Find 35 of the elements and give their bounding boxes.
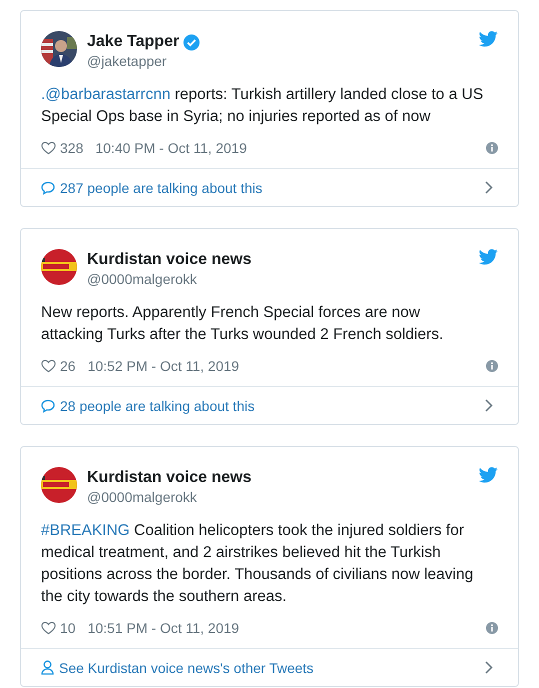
link[interactable]: .@barbarastarrcnn — [41, 86, 170, 103]
user-handle[interactable]: @0000malgerokk — [87, 270, 469, 288]
footer-link[interactable]: 28 people are talking about this — [21, 386, 518, 424]
timestamp[interactable]: 10:40 PM - Oct 11, 2019 — [95, 140, 482, 156]
author-name[interactable]: Jake Tapper — [87, 32, 180, 52]
like-count: 10 — [60, 620, 76, 636]
info-icon[interactable] — [486, 360, 498, 372]
info-icon[interactable] — [486, 142, 498, 154]
author-name[interactable]: Kurdistan voice news — [87, 250, 252, 270]
footer-link[interactable]: 287 people are talking about this — [21, 168, 518, 206]
chevron-icon — [485, 661, 493, 674]
tweet-text: New reports. Apparently French Special forces are now attacking Turks after the Turks wounded 2 French soldiers. — [41, 303, 444, 345]
bird-icon[interactable] — [479, 249, 498, 265]
timestamp[interactable]: 10:51 PM - Oct 11, 2019 — [88, 620, 482, 636]
timestamp[interactable]: 10:52 PM - Oct 11, 2019 — [88, 358, 482, 374]
heart-icon[interactable] — [41, 141, 56, 155]
person-icon — [41, 660, 54, 675]
tweet-text: #BREAKING Coalition helicopters took the injured soldiers for medical treatment, and 2 airstrikes believed hit the Turkish positions across the border. Thousands of civilians now leaving the city towards the southern areas. — [41, 521, 474, 607]
bird-icon[interactable] — [479, 467, 498, 483]
info-icon[interactable] — [486, 622, 498, 634]
heart-icon[interactable] — [41, 359, 56, 373]
tweet-text: .@barbarastarrcnn reports: Turkish artillery landed close to a US Special Ops base in Syria; no injuries reported as of now — [41, 85, 484, 127]
chevron-icon — [485, 181, 493, 194]
like-count: 26 — [60, 358, 76, 374]
comment-icon — [41, 398, 55, 412]
heart-icon[interactable] — [41, 621, 56, 635]
author-name[interactable]: Kurdistan voice news — [87, 468, 252, 488]
chevron-icon — [485, 399, 493, 412]
user-handle[interactable]: @0000malgerokk — [87, 488, 469, 506]
user-handle[interactable]: @jaketapper — [87, 52, 469, 70]
comment-icon — [41, 180, 55, 194]
link[interactable]: #BREAKING — [41, 522, 130, 539]
like-count: 328 — [60, 140, 84, 156]
bird-icon[interactable] — [479, 31, 498, 47]
footer-link[interactable]: See Kurdistan voice news's other Tweets — [21, 648, 518, 686]
